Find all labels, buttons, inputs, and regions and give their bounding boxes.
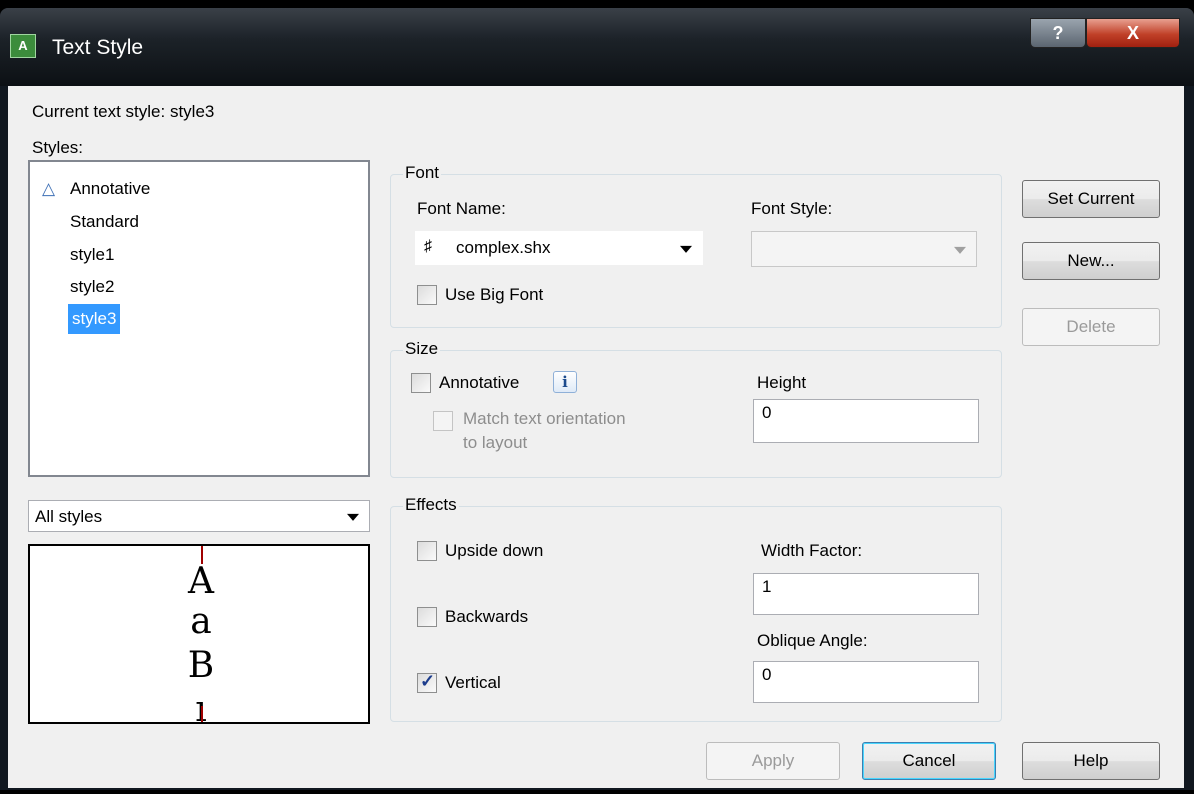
vertical-label: Vertical xyxy=(445,673,501,692)
new-button[interactable]: New... xyxy=(1022,242,1160,280)
font-preview: A a B ı xyxy=(28,544,370,724)
preview-glyph: a xyxy=(190,601,212,642)
match-orientation-label: Match text orientation xyxy=(463,409,626,428)
help-title-button[interactable]: ? xyxy=(1030,18,1086,48)
use-big-font-checkbox[interactable] xyxy=(417,285,437,305)
upside-down-label: Upside down xyxy=(445,541,544,560)
backwards-checkbox[interactable] xyxy=(417,607,437,627)
help-button[interactable]: Help xyxy=(1022,742,1160,780)
styles-filter-value: All styles xyxy=(35,507,103,526)
font-group: Font Font Name: ♯ complex.shx Font Style… xyxy=(390,163,1002,328)
list-item[interactable]: style1 xyxy=(70,240,114,270)
font-name-value: complex.shx xyxy=(456,238,551,257)
title-bar[interactable]: A Text Style ? X xyxy=(0,8,1194,86)
chevron-down-icon xyxy=(954,246,966,254)
shx-font-icon: ♯ xyxy=(424,238,432,255)
height-label: Height xyxy=(757,373,807,392)
text-style-dialog: A Text Style ? X Current text style: sty… xyxy=(0,8,1194,790)
styles-list[interactable]: △ Annotative Standard style1 style2 styl… xyxy=(28,160,370,477)
current-style-caption: Current text style: xyxy=(32,102,166,121)
font-name-dropdown[interactable]: ♯ complex.shx xyxy=(415,231,703,265)
preview-glyph: B xyxy=(187,645,215,686)
current-style-value: style3 xyxy=(169,102,215,121)
oblique-angle-field[interactable]: 0 xyxy=(753,661,979,703)
preview-glyph: A xyxy=(188,561,214,602)
list-item[interactable]: △ Annotative xyxy=(42,174,151,204)
apply-button[interactable]: Apply xyxy=(706,742,840,780)
preview-baseline-bottom xyxy=(201,706,203,722)
font-group-title: Font xyxy=(403,163,442,183)
autocad-style-icon: A xyxy=(10,34,36,58)
annotative-icon: △ xyxy=(42,179,56,198)
effects-group: Effects Upside down Backwards ✓ Vertical… xyxy=(390,495,1002,722)
backwards-label: Backwards xyxy=(445,607,529,626)
list-item-selected[interactable]: style3 xyxy=(68,304,121,334)
height-field[interactable]: 0 xyxy=(753,399,979,443)
list-item-label: Annotative xyxy=(70,179,151,198)
chevron-down-icon xyxy=(680,245,692,253)
size-group: Size Annotative i Match text orientation… xyxy=(390,339,1002,478)
match-orientation-label-line2: to layout xyxy=(463,433,528,452)
vertical-checkbox[interactable]: ✓ xyxy=(417,671,437,693)
checkmark-icon: ✓ xyxy=(420,671,436,691)
annotative-checkbox[interactable] xyxy=(411,373,431,393)
dialog-body: Current text style: style3 Styles: △ Ann… xyxy=(8,86,1184,788)
list-item[interactable]: style2 xyxy=(70,272,114,302)
dialog-title: Text Style xyxy=(52,36,144,59)
set-current-button[interactable]: Set Current xyxy=(1022,180,1160,218)
chevron-down-icon xyxy=(347,513,359,521)
styles-label: Styles: xyxy=(32,138,84,157)
current-style-label: Current text style: style3 xyxy=(32,102,214,122)
width-factor-label: Width Factor: xyxy=(761,541,863,560)
list-item[interactable]: Standard xyxy=(70,207,139,237)
annotative-label: Annotative xyxy=(439,373,520,392)
width-factor-field[interactable]: 1 xyxy=(753,573,979,615)
effects-group-title: Effects xyxy=(403,495,459,515)
upside-down-checkbox[interactable] xyxy=(417,541,437,561)
size-group-title: Size xyxy=(403,339,441,359)
match-orientation-checkbox[interactable] xyxy=(433,411,453,431)
font-style-label: Font Style: xyxy=(751,199,833,218)
use-big-font-label: Use Big Font xyxy=(445,285,544,304)
preview-glyph: ı xyxy=(30,690,368,723)
styles-filter-dropdown[interactable]: All styles xyxy=(28,500,370,532)
info-icon[interactable]: i xyxy=(553,371,577,393)
font-style-dropdown[interactable] xyxy=(751,231,977,267)
close-button[interactable]: X xyxy=(1086,18,1180,48)
delete-button[interactable]: Delete xyxy=(1022,308,1160,346)
oblique-angle-label: Oblique Angle: xyxy=(757,631,868,650)
font-name-label: Font Name: xyxy=(417,199,506,218)
cancel-button[interactable]: Cancel xyxy=(862,742,996,780)
